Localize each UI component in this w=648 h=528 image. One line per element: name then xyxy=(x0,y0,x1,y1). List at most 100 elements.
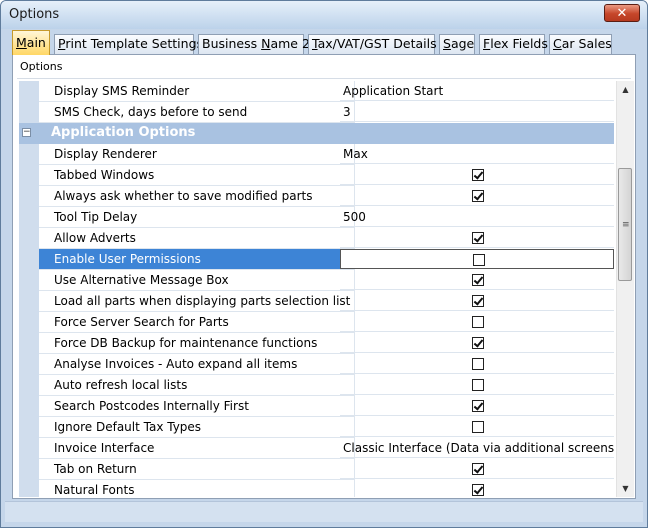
row-margin xyxy=(19,438,39,459)
row-margin xyxy=(19,144,39,165)
property-row[interactable]: Force DB Backup for maintenance function… xyxy=(19,333,614,354)
property-value[interactable] xyxy=(340,354,614,374)
property-name[interactable]: Natural Fonts xyxy=(39,480,355,497)
checkbox-unchecked[interactable] xyxy=(472,358,484,370)
checkbox-checked[interactable] xyxy=(472,463,484,475)
checkbox-unchecked[interactable] xyxy=(472,379,484,391)
row-margin xyxy=(19,186,39,207)
property-row[interactable]: Tool Tip Delay 500 xyxy=(19,207,614,228)
property-row[interactable]: Analyse Invoices - Auto expand all items xyxy=(19,354,614,375)
status-bar xyxy=(5,501,643,522)
property-row[interactable]: Enable User Permissions xyxy=(19,249,614,270)
checkbox-unchecked[interactable] xyxy=(473,254,485,266)
window-title: Options xyxy=(9,7,60,22)
tab-tax-vat-gst-details[interactable]: Tax/VAT/GST Details xyxy=(308,34,437,54)
property-name[interactable]: Load all parts when displaying parts sel… xyxy=(39,291,355,312)
property-row[interactable]: Auto refresh local lists xyxy=(19,375,614,396)
checkbox-checked[interactable] xyxy=(472,169,484,181)
tab-label-end: ain xyxy=(26,35,46,50)
property-name[interactable]: Analyse Invoices - Auto expand all items xyxy=(39,354,355,375)
row-margin xyxy=(19,354,39,375)
row-margin xyxy=(19,480,39,497)
checkbox-checked[interactable] xyxy=(472,400,484,412)
checkbox-checked[interactable] xyxy=(472,484,484,496)
property-name[interactable]: Allow Adverts xyxy=(39,228,355,249)
checkbox-checked[interactable] xyxy=(472,274,484,286)
property-value[interactable]: Classic Interface (Data via additional s… xyxy=(340,438,614,458)
tab-print-template-settings[interactable]: Print Template Settings xyxy=(54,34,203,54)
property-row[interactable]: Use Alternative Message Box xyxy=(19,270,614,291)
property-row[interactable]: Tab on Return xyxy=(19,459,614,480)
property-value[interactable] xyxy=(340,480,614,497)
property-value[interactable] xyxy=(340,228,614,248)
row-margin xyxy=(19,165,39,186)
property-row[interactable]: Invoice Interface Classic Interface (Data… xyxy=(19,438,614,459)
row-margin xyxy=(19,228,39,249)
scroll-down-icon[interactable]: ▼ xyxy=(617,480,634,497)
tab-car-sales[interactable]: Car Sales xyxy=(549,34,612,54)
property-value[interactable] xyxy=(340,396,614,416)
property-value[interactable] xyxy=(340,165,614,185)
property-row[interactable]: Load all parts when displaying parts sel… xyxy=(19,291,614,312)
property-row[interactable]: Display SMS Reminder Application Start xyxy=(19,81,614,102)
property-value[interactable] xyxy=(340,312,614,332)
property-name[interactable]: Force DB Backup for maintenance function… xyxy=(39,333,355,354)
property-row[interactable]: Display Renderer Max xyxy=(19,144,614,165)
property-value[interactable]: 3 xyxy=(340,102,614,122)
checkbox-checked[interactable] xyxy=(472,295,484,307)
scroll-thumb[interactable]: ≡ xyxy=(618,168,632,281)
property-value[interactable] xyxy=(340,291,614,311)
property-name[interactable]: Auto refresh local lists xyxy=(39,375,355,396)
property-value[interactable] xyxy=(340,270,614,290)
property-name[interactable]: Invoice Interface xyxy=(39,438,355,459)
property-name[interactable]: Tab on Return xyxy=(39,459,355,480)
tab-sage[interactable]: Sage xyxy=(439,34,475,54)
property-name[interactable]: Tool Tip Delay xyxy=(39,207,355,228)
category-row[interactable]: − Application Options xyxy=(19,123,614,144)
property-name[interactable]: SMS Check, days before to send xyxy=(39,102,355,123)
property-row[interactable]: Force Server Search for Parts xyxy=(19,312,614,333)
property-value[interactable]: 500 xyxy=(340,207,614,227)
property-value[interactable] xyxy=(340,417,614,437)
property-value[interactable] xyxy=(340,186,614,206)
property-row[interactable]: Natural Fonts xyxy=(19,480,614,497)
property-name[interactable]: Tabbed Windows xyxy=(39,165,355,186)
checkbox-checked[interactable] xyxy=(472,232,484,244)
property-row[interactable]: Ignore Default Tax Types xyxy=(19,417,614,438)
property-row[interactable]: Allow Adverts xyxy=(19,228,614,249)
property-name[interactable]: Display Renderer xyxy=(39,144,355,165)
row-margin xyxy=(19,459,39,480)
close-button[interactable]: ✕ xyxy=(604,4,640,22)
property-value[interactable] xyxy=(340,459,614,479)
property-value[interactable]: Application Start xyxy=(340,81,614,101)
property-name[interactable]: Always ask whether to save modified part… xyxy=(39,186,355,207)
scroll-up-icon[interactable]: ▲ xyxy=(617,81,634,98)
checkbox-unchecked[interactable] xyxy=(472,316,484,328)
checkbox-checked[interactable] xyxy=(472,337,484,349)
tab-main[interactable]: Main xyxy=(12,30,50,55)
tab-flex-fields[interactable]: Flex Fields xyxy=(479,34,548,54)
tab-business-name-2[interactable]: Business Name 2 xyxy=(198,34,310,54)
property-row[interactable]: Tabbed Windows xyxy=(19,165,614,186)
property-name[interactable]: Ignore Default Tax Types xyxy=(39,417,355,438)
property-row[interactable]: Search Postcodes Internally First xyxy=(19,396,614,417)
checkbox-checked[interactable] xyxy=(472,190,484,202)
property-value[interactable]: Max xyxy=(340,144,614,164)
checkbox-unchecked[interactable] xyxy=(472,421,484,433)
property-name[interactable]: Enable User Permissions xyxy=(39,249,355,270)
property-name[interactable]: Force Server Search for Parts xyxy=(39,312,355,333)
title-bar[interactable]: Options ✕ xyxy=(1,1,647,29)
property-name[interactable]: Use Alternative Message Box xyxy=(39,270,355,291)
property-name[interactable]: Search Postcodes Internally First xyxy=(39,396,355,417)
property-value[interactable] xyxy=(340,333,614,353)
property-name[interactable]: Display SMS Reminder xyxy=(39,81,355,102)
collapse-icon[interactable]: − xyxy=(22,128,31,137)
vertical-scrollbar[interactable]: ▲ ≡ ▼ xyxy=(616,81,634,497)
row-margin xyxy=(19,270,39,291)
property-value[interactable] xyxy=(340,249,614,269)
row-margin xyxy=(19,102,39,123)
property-row[interactable]: Always ask whether to save modified part… xyxy=(19,186,614,207)
property-row[interactable]: SMS Check, days before to send 3 xyxy=(19,102,614,123)
property-value[interactable] xyxy=(340,375,614,395)
options-panel: Options Display SMS Reminder Application … xyxy=(12,54,636,499)
